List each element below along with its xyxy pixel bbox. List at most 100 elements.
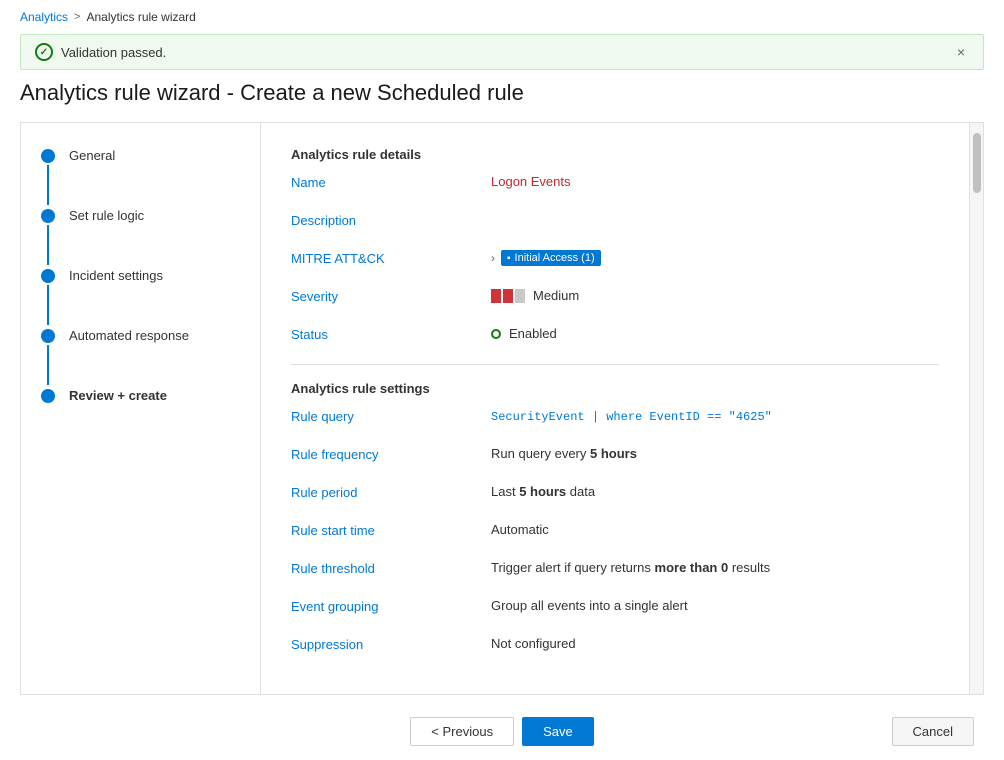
detail-row-rule-period: Rule period Last 5 hours data — [291, 484, 939, 506]
rule-frequency-label: Rule frequency — [291, 446, 491, 462]
detail-row-suppression: Suppression Not configured — [291, 636, 939, 658]
step-dot-rule-logic — [41, 209, 55, 223]
step-dot-container-rule-logic — [41, 207, 55, 267]
breadcrumb-parent[interactable]: Analytics — [20, 10, 68, 24]
rule-start-time-label: Rule start time — [291, 522, 491, 538]
detail-row-description: Description — [291, 212, 939, 234]
step-item-set-rule-logic[interactable]: Set rule logic — [41, 207, 240, 267]
validation-check-icon — [35, 43, 53, 61]
step-dot-incident — [41, 269, 55, 283]
footer: < Previous Save Cancel — [0, 703, 1004, 760]
event-grouping-label: Event grouping — [291, 598, 491, 614]
rule-period-prefix: Last — [491, 484, 519, 499]
mitre-label: MITRE ATT&CK — [291, 250, 491, 266]
step-label-auto: Automated response — [69, 327, 189, 345]
status-dot-icon — [491, 329, 501, 339]
rule-frequency-value: Run query every 5 hours — [491, 446, 939, 461]
step-dot-container-auto — [41, 327, 55, 387]
detail-row-rule-start-time: Rule start time Automatic — [291, 522, 939, 544]
detail-row-rule-query: Rule query SecurityEvent | where EventID… — [291, 408, 939, 430]
mitre-tag-label: Initial Access (1) — [515, 252, 595, 264]
rule-threshold-prefix: Trigger alert if query returns — [491, 560, 655, 575]
content-panel: Analytics rule details Name Logon Events… — [261, 123, 969, 694]
status-value: Enabled — [491, 326, 939, 341]
scrollbar[interactable] — [969, 123, 983, 694]
step-dot-auto — [41, 329, 55, 343]
save-button[interactable]: Save — [522, 717, 594, 746]
suppression-value: Not configured — [491, 636, 939, 651]
suppression-label: Suppression — [291, 636, 491, 652]
rule-period-value: Last 5 hours data — [491, 484, 939, 499]
severity-block-3 — [515, 289, 525, 303]
step-dot-container-general — [41, 147, 55, 207]
event-grouping-value: Group all events into a single alert — [491, 598, 939, 613]
step-label-rule-logic: Set rule logic — [69, 207, 144, 225]
step-dot-general — [41, 149, 55, 163]
mitre-value: › ▪ Initial Access (1) — [491, 250, 939, 266]
mitre-tag-icon: ▪ — [507, 253, 511, 264]
step-dot-review — [41, 389, 55, 403]
breadcrumb-current: Analytics rule wizard — [86, 10, 195, 24]
rule-threshold-value: Trigger alert if query returns more than… — [491, 560, 939, 575]
rule-frequency-prefix: Run query every — [491, 446, 590, 461]
rule-threshold-suffix: results — [728, 560, 770, 575]
detail-row-mitre: MITRE ATT&CK › ▪ Initial Access (1) — [291, 250, 939, 272]
validation-banner: Validation passed. × — [20, 34, 984, 70]
rule-period-label: Rule period — [291, 484, 491, 500]
rule-query-text: SecurityEvent | where EventID == "4625" — [491, 410, 772, 424]
name-value: Logon Events — [491, 174, 939, 189]
cancel-button[interactable]: Cancel — [892, 717, 974, 746]
severity-label: Severity — [291, 288, 491, 304]
rule-start-time-value: Automatic — [491, 522, 939, 537]
step-line-general — [47, 165, 49, 205]
step-label-general: General — [69, 147, 115, 165]
step-item-general[interactable]: General — [41, 147, 240, 207]
validation-message: Validation passed. — [61, 45, 166, 60]
detail-row-status: Status Enabled — [291, 326, 939, 348]
previous-button[interactable]: < Previous — [410, 717, 514, 746]
main-container: General Set rule logic Incident settings — [20, 122, 984, 695]
severity-block-1 — [491, 289, 501, 303]
mitre-tag: ▪ Initial Access (1) — [501, 250, 601, 266]
section-header-settings: Analytics rule settings — [291, 381, 939, 396]
step-line-auto — [47, 345, 49, 385]
step-line-rule-logic — [47, 225, 49, 265]
rule-frequency-bold: 5 hours — [590, 446, 637, 461]
validation-left: Validation passed. — [35, 43, 166, 61]
step-label-incident: Incident settings — [69, 267, 163, 285]
page-title: Analytics rule wizard - Create a new Sch… — [0, 80, 1004, 122]
section-header-details: Analytics rule details — [291, 147, 939, 162]
severity-block-2 — [503, 289, 513, 303]
detail-row-name: Name Logon Events — [291, 174, 939, 196]
step-line-incident — [47, 285, 49, 325]
rule-query-label: Rule query — [291, 408, 491, 424]
status-label: Status — [291, 326, 491, 342]
detail-row-rule-frequency: Rule frequency Run query every 5 hours — [291, 446, 939, 468]
rule-query-value: SecurityEvent | where EventID == "4625" — [491, 408, 939, 424]
step-item-incident-settings[interactable]: Incident settings — [41, 267, 240, 327]
breadcrumb-separator: > — [74, 11, 80, 23]
status-container: Enabled — [491, 326, 939, 341]
rule-threshold-bold: more than 0 — [655, 560, 729, 575]
step-dot-container-review — [41, 387, 55, 403]
severity-text: Medium — [533, 288, 579, 303]
rule-period-bold: 5 hours — [519, 484, 566, 499]
banner-close-button[interactable]: × — [953, 44, 969, 60]
detail-row-event-grouping: Event grouping Group all events into a s… — [291, 598, 939, 620]
section-divider — [291, 364, 939, 365]
detail-row-rule-threshold: Rule threshold Trigger alert if query re… — [291, 560, 939, 582]
step-item-automated-response[interactable]: Automated response — [41, 327, 240, 387]
mitre-container: › ▪ Initial Access (1) — [491, 250, 939, 266]
severity-blocks — [491, 289, 525, 303]
rule-period-suffix: data — [566, 484, 595, 499]
step-dot-container-incident — [41, 267, 55, 327]
name-label: Name — [291, 174, 491, 190]
severity-value: Medium — [491, 288, 939, 303]
steps-panel: General Set rule logic Incident settings — [21, 123, 261, 694]
severity-container: Medium — [491, 288, 939, 303]
status-text: Enabled — [509, 326, 557, 341]
detail-row-severity: Severity Medium — [291, 288, 939, 310]
mitre-arrow: › — [491, 251, 495, 265]
breadcrumb: Analytics > Analytics rule wizard — [0, 0, 1004, 30]
step-item-review-create[interactable]: Review + create — [41, 387, 240, 405]
